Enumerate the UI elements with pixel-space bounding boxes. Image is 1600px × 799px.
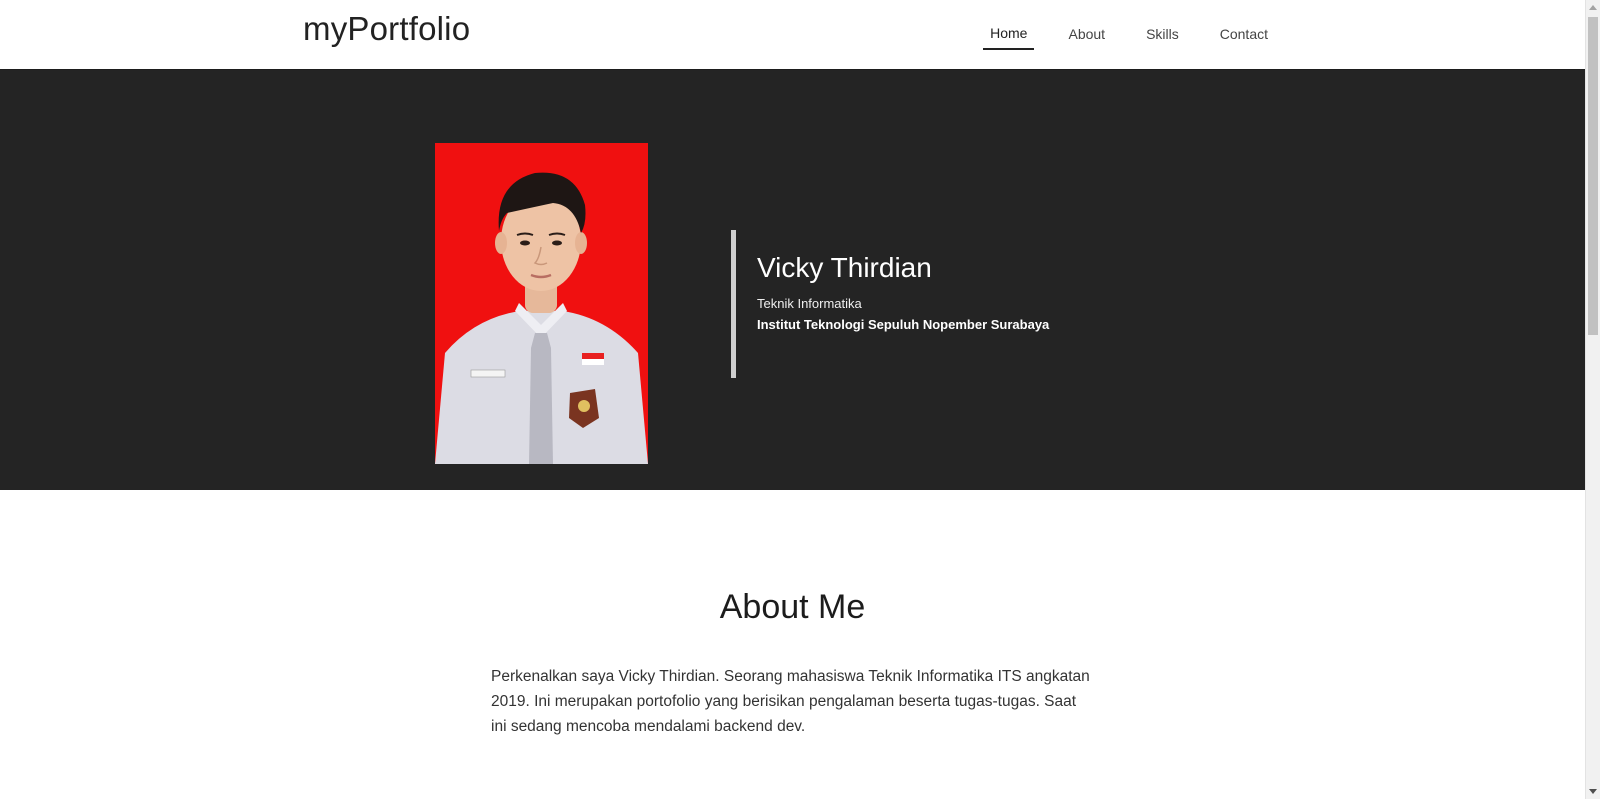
vertical-scrollbar[interactable] [1585, 0, 1600, 799]
hero-section: Vicky Thirdian Teknik Informatika Instit… [0, 70, 1585, 490]
scroll-down-arrow-icon[interactable] [1589, 789, 1597, 794]
nav-home[interactable]: Home [983, 17, 1035, 50]
nav-skills[interactable]: Skills [1139, 18, 1186, 48]
profile-university: Institut Teknologi Sepuluh Nopember Sura… [757, 317, 1050, 332]
brand-logo[interactable]: myPortfolio [303, 10, 470, 48]
about-paragraph: Perkenalkan saya Vicky Thirdian. Seorang… [491, 668, 1090, 735]
nav-about[interactable]: About [1061, 18, 1112, 48]
scrollbar-thumb[interactable] [1588, 17, 1598, 335]
main-nav: Home About Skills Contact [956, 0, 1275, 70]
nav-contact[interactable]: Contact [1213, 18, 1275, 48]
profile-name: Vicky Thirdian [757, 252, 932, 283]
about-title: About Me [719, 588, 866, 626]
scroll-up-arrow-icon[interactable] [1589, 5, 1597, 10]
profile-card: Vicky Thirdian Teknik Informatika Instit… [731, 230, 1049, 378]
profile-major: Teknik Informatika [757, 296, 862, 311]
profile-portrait-image [435, 143, 648, 464]
profile-photo [435, 143, 648, 464]
site-header: myPortfolio Home About Skills Contact [0, 0, 1585, 70]
